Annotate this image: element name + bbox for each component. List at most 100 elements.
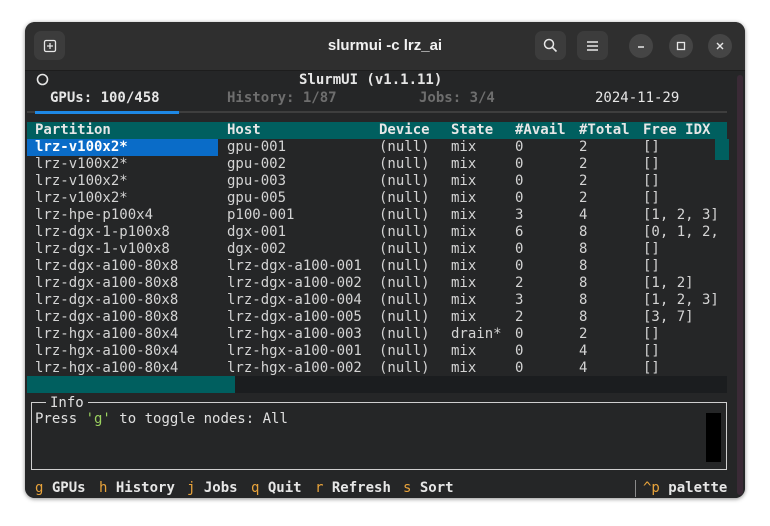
cell-partition: lrz-dgx-a100-80x8 — [35, 292, 179, 308]
minimize-button[interactable] — [629, 34, 653, 58]
cell-state: mix — [451, 173, 477, 189]
column-header-avail[interactable]: #Avail — [515, 122, 566, 139]
cell-free-idx: [0, 1, 2, — [643, 224, 719, 240]
cell-avail: 0 — [515, 156, 524, 172]
cell-partition: lrz-hgx-a100-80x4 — [35, 360, 179, 376]
cell-host: dgx-002 — [227, 241, 287, 257]
cell-host: lrz-dgx-a100-001 — [227, 258, 362, 274]
info-panel-cursor-block — [706, 413, 721, 462]
cell-avail: 0 — [515, 139, 524, 155]
footer-label-history: History — [115, 480, 175, 496]
cell-avail: 2 — [515, 275, 524, 291]
column-header-host[interactable]: Host — [227, 122, 261, 139]
footer-item-jobs[interactable]: j Jobs — [187, 480, 238, 497]
tab-jobs[interactable]: Jobs: 3/4 — [419, 90, 495, 107]
cell-total: 8 — [579, 258, 588, 274]
close-button[interactable] — [708, 34, 732, 58]
column-header-device[interactable]: Device — [379, 122, 430, 139]
footer-label-sort: Sort — [419, 480, 454, 496]
cell-total: 8 — [579, 241, 588, 257]
cell-partition: lrz-dgx-1-p100x8 — [35, 224, 170, 240]
date-label: 2024-11-29 — [595, 90, 680, 106]
cell-host: lrz-hgx-a100-001 — [227, 343, 362, 359]
cell-device: (null) — [379, 326, 430, 342]
cell-state: mix — [451, 224, 477, 240]
cell-device: (null) — [379, 156, 430, 172]
terminal-area[interactable]: SlurmUI (v1.1.11) GPUs: 100/458 History:… — [25, 71, 745, 498]
cell-free-idx: [] — [643, 326, 660, 342]
footer-key-palette: ^p — [643, 480, 660, 496]
column-header-state[interactable]: State — [451, 122, 493, 139]
cell-partition: lrz-v100x2* — [35, 190, 128, 206]
tab-history[interactable]: History: 1/87 — [227, 90, 337, 107]
cell-host: lrz-hgx-a100-003 — [227, 326, 362, 342]
cell-device: (null) — [379, 139, 430, 155]
column-header-partition[interactable]: Partition — [35, 122, 111, 139]
maximize-button[interactable] — [669, 34, 693, 58]
footer-key-gpus: g — [35, 480, 44, 496]
tab-gpus[interactable]: GPUs: 100/458 — [50, 90, 160, 107]
cell-free-idx: [] — [643, 258, 660, 274]
footer-divider — [635, 480, 636, 497]
cell-partition: lrz-v100x2* — [35, 139, 128, 155]
horizontal-scroll-thumb[interactable] — [27, 376, 235, 393]
cell-state: mix — [451, 343, 477, 359]
column-header-free-idx[interactable]: Free IDX — [643, 122, 710, 139]
cell-state: mix — [451, 309, 477, 325]
footer-label-refresh: Refresh — [331, 480, 391, 496]
cell-state: mix — [451, 241, 477, 257]
cell-total: 2 — [579, 156, 588, 172]
cell-avail: 3 — [515, 207, 524, 223]
footer-key-sort: s — [403, 480, 412, 496]
info-message-suffix: to toggle nodes: All — [110, 411, 288, 427]
cell-host: lrz-dgx-a100-005 — [227, 309, 362, 325]
cell-partition: lrz-v100x2* — [35, 156, 128, 172]
cell-host: gpu-002 — [227, 156, 287, 172]
cell-total: 8 — [579, 275, 588, 291]
cell-partition: lrz-dgx-a100-80x8 — [35, 309, 179, 325]
cell-total: 4 — [579, 207, 588, 223]
cell-total: 8 — [579, 224, 588, 240]
footer-key-quit: q — [251, 480, 260, 496]
menu-button[interactable] — [577, 31, 608, 60]
footer-key-history: h — [99, 480, 108, 496]
table-vertical-scrollbar[interactable] — [715, 139, 729, 160]
terminal-scrollbar[interactable] — [737, 75, 743, 495]
cell-state: mix — [451, 360, 477, 376]
cell-device: (null) — [379, 241, 430, 257]
footer-item-sort[interactable]: s Sort — [403, 480, 454, 497]
table-horizontal-scrollbar[interactable] — [27, 376, 727, 393]
cell-free-idx: [1, 2, 3] — [643, 292, 719, 308]
cell-state: drain* — [451, 326, 502, 342]
info-message: Press 'g' to toggle nodes: All — [35, 411, 288, 428]
cell-partition: lrz-dgx-a100-80x8 — [35, 275, 179, 291]
cell-device: (null) — [379, 309, 430, 325]
cell-avail: 0 — [515, 326, 524, 342]
cell-total: 2 — [579, 173, 588, 189]
cell-total: 8 — [579, 309, 588, 325]
cell-device: (null) — [379, 173, 430, 189]
table-header: Partition Host Device State #Avail #Tota… — [27, 122, 727, 139]
cell-host: p100-001 — [227, 207, 295, 223]
cell-free-idx: [1, 2] — [643, 275, 694, 291]
footer-item-history[interactable]: h History — [99, 480, 175, 497]
footer-item-quit[interactable]: q Quit — [251, 480, 302, 497]
cell-device: (null) — [379, 190, 430, 206]
active-tab-underline — [35, 111, 179, 114]
footer-item-refresh[interactable]: r Refresh — [315, 480, 391, 497]
cell-total: 2 — [579, 326, 588, 342]
cell-host: lrz-dgx-a100-002 — [227, 275, 362, 291]
hamburger-menu-icon — [587, 40, 598, 51]
search-button[interactable] — [535, 31, 566, 60]
footer-item-gpus[interactable]: g GPUs — [35, 480, 86, 497]
cell-avail: 0 — [515, 343, 524, 359]
footer-key-jobs: j — [187, 480, 196, 496]
footer-item-palette[interactable]: ^p palette — [643, 480, 727, 497]
cell-free-idx: [] — [643, 343, 660, 359]
cell-free-idx: [] — [643, 173, 660, 189]
cell-state: mix — [451, 156, 477, 172]
cell-device: (null) — [379, 207, 430, 223]
cell-host: dgx-001 — [227, 224, 287, 240]
column-header-total[interactable]: #Total — [579, 122, 630, 139]
cell-avail: 0 — [515, 190, 524, 206]
